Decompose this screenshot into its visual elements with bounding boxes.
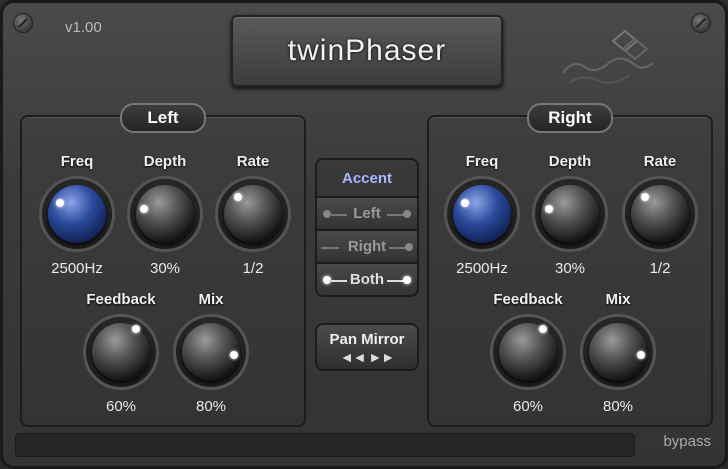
left-depth-knob[interactable] xyxy=(127,176,203,252)
right-depth-control: Depth 30% xyxy=(525,153,615,277)
knob-label: Mix xyxy=(198,291,224,308)
knob-value: 1/2 xyxy=(649,260,671,277)
knob-value: 60% xyxy=(512,398,544,415)
knob-value: 60% xyxy=(105,398,137,415)
accent-title: Accent xyxy=(341,169,393,187)
knob-label: Freq xyxy=(60,153,94,170)
left-freq-knob[interactable] xyxy=(39,176,115,252)
accent-group: Accent Left Right Both xyxy=(315,158,419,297)
left-feedback-knob[interactable] xyxy=(83,314,159,390)
left-freq-control: Freq 2500Hz xyxy=(32,153,122,277)
screw-icon xyxy=(13,13,33,33)
right-freq-knob[interactable] xyxy=(444,176,520,252)
accent-left-button[interactable]: Left xyxy=(317,196,417,229)
knob-value: 2500Hz xyxy=(456,260,508,277)
pan-arrows-icon: ◄◄ ►► xyxy=(339,349,395,365)
pan-mirror-button[interactable]: Pan Mirror ◄◄ ►► xyxy=(315,323,419,371)
right-rate-control: Rate 1/2 xyxy=(615,153,705,277)
knob-label: Depth xyxy=(548,153,592,170)
accent-right-button[interactable]: Right xyxy=(317,229,417,262)
screw-icon xyxy=(691,13,711,33)
knob-label: Rate xyxy=(643,153,677,170)
bottom-bar xyxy=(15,433,635,457)
emrp-logo-icon xyxy=(562,29,654,84)
left-mix-knob[interactable] xyxy=(173,314,249,390)
right-mix-knob[interactable] xyxy=(580,314,656,390)
knob-value: 2500Hz xyxy=(51,260,103,277)
right-panel-label: Right xyxy=(527,103,613,133)
left-panel: Left Freq 2500Hz Depth 30% Rate 1/2 Feed… xyxy=(20,103,306,427)
version-label: v1.00 xyxy=(65,19,102,36)
knob-label: Feedback xyxy=(493,291,563,308)
knob-label: Rate xyxy=(236,153,270,170)
knob-value: 1/2 xyxy=(242,260,264,277)
knob-value: 30% xyxy=(554,260,586,277)
knob-value: 80% xyxy=(195,398,227,415)
knob-value: 80% xyxy=(602,398,634,415)
knob-label: Feedback xyxy=(86,291,156,308)
right-depth-knob[interactable] xyxy=(532,176,608,252)
knob-label: Depth xyxy=(143,153,187,170)
left-feedback-control: Feedback 60% xyxy=(76,291,166,415)
right-feedback-knob[interactable] xyxy=(490,314,566,390)
left-panel-label: Left xyxy=(120,103,206,133)
right-mix-control: Mix 80% xyxy=(573,291,663,415)
left-mix-control: Mix 80% xyxy=(166,291,256,415)
right-panel: Right Freq 2500Hz Depth 30% Rate 1/2 Fee… xyxy=(427,103,713,427)
pan-mirror-label: Pan Mirror xyxy=(329,331,405,348)
right-feedback-control: Feedback 60% xyxy=(483,291,573,415)
right-rate-knob[interactable] xyxy=(622,176,698,252)
bypass-button[interactable]: bypass xyxy=(663,433,711,450)
knob-label: Freq xyxy=(465,153,499,170)
left-rate-knob[interactable] xyxy=(215,176,291,252)
left-rate-control: Rate 1/2 xyxy=(208,153,298,277)
left-depth-control: Depth 30% xyxy=(120,153,210,277)
plugin-window: v1.00 twinPhaser Left Freq 2500Hz Depth … xyxy=(0,0,728,469)
plugin-title: twinPhaser xyxy=(231,15,503,87)
accent-both-button[interactable]: Both xyxy=(317,262,417,295)
knob-value: 30% xyxy=(149,260,181,277)
right-freq-control: Freq 2500Hz xyxy=(437,153,527,277)
knob-label: Mix xyxy=(605,291,631,308)
